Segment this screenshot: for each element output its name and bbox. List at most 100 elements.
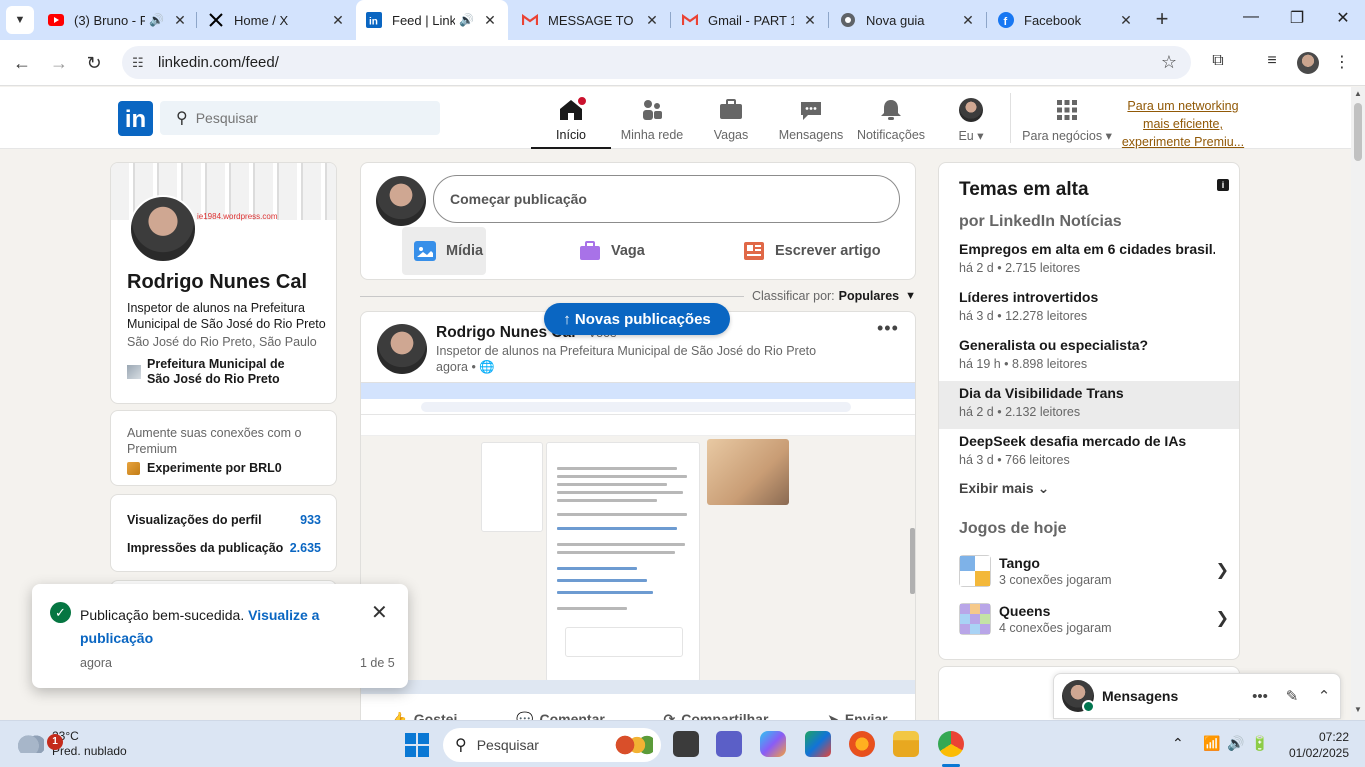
taskbar-search[interactable]: ⚲ Pesquisar [443, 728, 661, 762]
page-scrollbar[interactable]: ▲ ▼ [1351, 87, 1365, 720]
profile-photo[interactable] [129, 195, 197, 263]
close-tab-icon[interactable]: ✕ [802, 12, 818, 29]
volume-icon[interactable]: 🔊 [1227, 735, 1244, 752]
nav-jobs[interactable]: Vagas [696, 87, 766, 149]
close-tab-icon[interactable]: ✕ [960, 12, 976, 29]
compose-icon[interactable]: ✎ [1276, 687, 1308, 705]
browser-tab-linkedin[interactable]: in Feed | Linke 🔊 ✕ [356, 0, 508, 40]
bookmark-star-icon[interactable]: ☆ [1161, 52, 1177, 73]
new-tab-button[interactable]: + [1150, 8, 1174, 32]
premium-cta[interactable]: Experimente por BRL0 [127, 461, 282, 475]
speaker-icon[interactable]: 🔊 [149, 13, 164, 27]
close-tab-icon[interactable]: ✕ [482, 12, 498, 29]
chrome-taskbar-icon[interactable] [938, 731, 964, 757]
profile-name[interactable]: Rodrigo Nunes Cal [127, 271, 307, 294]
scroll-down-arrow[interactable]: ▼ [1351, 705, 1365, 714]
close-tab-icon[interactable]: ✕ [644, 12, 660, 29]
nav-business[interactable]: Para negócios ▾ [1020, 87, 1114, 149]
battery-icon[interactable]: 🔋 [1251, 735, 1268, 752]
close-tab-icon[interactable]: ✕ [172, 12, 188, 29]
profile-organization[interactable]: Prefeitura Municipal de São José do Rio … [127, 357, 307, 387]
search-input[interactable] [195, 110, 416, 126]
people-icon [639, 98, 665, 122]
post-more-options-icon[interactable]: ••• [877, 318, 899, 339]
premium-promo-link[interactable]: Para um networking mais eficiente, exper… [1120, 97, 1246, 151]
close-tab-icon[interactable]: ✕ [1118, 12, 1134, 29]
trending-meta: há 19 h • 8.898 leitores [959, 357, 1088, 371]
start-button[interactable] [405, 733, 429, 757]
media-control-icon[interactable]: ≡ [1261, 52, 1283, 74]
cloud-icon [18, 735, 44, 753]
speaker-icon[interactable]: 🔊 [459, 13, 474, 27]
browser-profile-avatar[interactable] [1297, 52, 1319, 74]
games-title: Jogos de hoje [959, 520, 1067, 537]
trending-item[interactable]: Dia da Visibilidade Trans há 2 d • 2.132… [939, 381, 1239, 429]
copilot-icon[interactable] [760, 731, 786, 757]
file-explorer-icon[interactable] [893, 731, 919, 757]
trending-item[interactable]: DeepSeek desafia mercado de IAs há 3 d •… [939, 429, 1239, 477]
close-tab-icon[interactable]: ✕ [330, 12, 346, 29]
m365-icon[interactable] [805, 731, 831, 757]
premium-card[interactable]: Aumente suas conexões com o Premium Expe… [110, 410, 337, 486]
firefox-icon[interactable] [849, 731, 875, 757]
nav-notifications[interactable]: Notificações [854, 87, 928, 149]
info-icon[interactable]: i [1217, 179, 1229, 191]
composer-avatar[interactable] [376, 176, 426, 226]
browser-tab-youtube[interactable]: (3) Bruno - P 🔊 ✕ [38, 0, 198, 40]
nav-home[interactable]: Início [531, 87, 611, 149]
wifi-icon[interactable]: 📶 [1203, 735, 1220, 752]
trending-item[interactable]: Líderes introvertidos há 3 d • 12.278 le… [939, 285, 1239, 333]
more-options-icon[interactable]: ••• [1244, 688, 1276, 705]
tray-chevron-up-icon[interactable]: ⌃ [1172, 735, 1184, 752]
browser-tab-nova-guia[interactable]: Nova guia ✕ [830, 0, 986, 40]
sort-value[interactable]: Populares [839, 289, 899, 303]
chevron-up-icon[interactable]: ⌃ [1308, 687, 1340, 705]
address-bar[interactable]: ☷ linkedin.com/feed/ ☆ [122, 46, 1191, 79]
tango-icon [959, 555, 991, 587]
maximize-button[interactable]: ❐ [1282, 8, 1312, 32]
close-toast-icon[interactable]: ✕ [371, 600, 388, 625]
scroll-up-arrow[interactable]: ▲ [1351, 89, 1365, 98]
forward-button[interactable]: → [48, 52, 70, 74]
trending-item[interactable]: Empregos em alta em 6 cidades brasil... … [939, 237, 1239, 285]
browser-tab-facebook[interactable]: f Facebook ✕ [988, 0, 1144, 40]
profile-views-row[interactable]: Visualizações do perfil 933 [127, 513, 321, 527]
game-tango[interactable]: Tango 3 conexões jogaram ❯ [959, 551, 1229, 591]
show-more-button[interactable]: Exibir mais ⌄ [959, 480, 1049, 497]
trending-item[interactable]: Generalista ou especialista? há 19 h • 8… [939, 333, 1239, 381]
extensions-icon[interactable]: ⧉ [1207, 52, 1229, 74]
post-image[interactable] [361, 382, 915, 694]
linkedin-search[interactable]: ⚲ [160, 101, 440, 135]
search-icon: ⚲ [176, 110, 188, 127]
post-author-avatar[interactable] [377, 324, 427, 374]
media-button[interactable]: Mídia [402, 227, 486, 275]
nav-network[interactable]: Minha rede [613, 87, 691, 149]
messaging-dock[interactable]: Mensagens ••• ✎ ⌃ [1053, 673, 1341, 719]
linkedin-logo[interactable]: in [118, 101, 153, 136]
nav-me[interactable]: Eu ▾ [946, 87, 996, 149]
url-text[interactable]: linkedin.com/feed/ [158, 54, 279, 71]
minimize-button[interactable]: — [1236, 8, 1266, 32]
back-button[interactable]: ← [11, 52, 33, 74]
start-post-input[interactable]: Começar publicação [433, 175, 900, 223]
weather-widget[interactable]: 1 23°C Pred. nublado [18, 729, 127, 759]
scrollbar-thumb[interactable] [1354, 103, 1362, 161]
reload-button[interactable]: ↻ [83, 52, 105, 74]
site-info-icon[interactable]: ☷ [132, 55, 150, 71]
browser-menu-icon[interactable]: ⋮ [1331, 52, 1353, 74]
impressions-row[interactable]: Impressões da publicação 2.635 [127, 541, 321, 555]
taskbar-clock[interactable]: 07:22 01/02/2025 [1285, 729, 1349, 761]
tab-search-button[interactable]: ▼ [6, 6, 34, 34]
nav-messages[interactable]: Mensagens [772, 87, 850, 149]
browser-tab-x[interactable]: Home / X ✕ [198, 0, 356, 40]
new-posts-button[interactable]: ↑ Novas publicações [544, 303, 730, 335]
browser-tab-gmail[interactable]: Gmail - PART 1 ( ✕ [672, 0, 828, 40]
close-window-button[interactable]: ✕ [1328, 8, 1358, 32]
task-view-icon[interactable] [673, 731, 699, 757]
game-queens[interactable]: Queens 4 conexões jogaram ❯ [959, 599, 1229, 639]
image-icon [414, 241, 436, 261]
teams-icon[interactable] [716, 731, 742, 757]
job-button[interactable]: Vaga [567, 227, 657, 275]
browser-tab-message[interactable]: MESSAGE TO A ✕ [512, 0, 670, 40]
write-article-button[interactable]: Escrever artigo [731, 227, 893, 275]
